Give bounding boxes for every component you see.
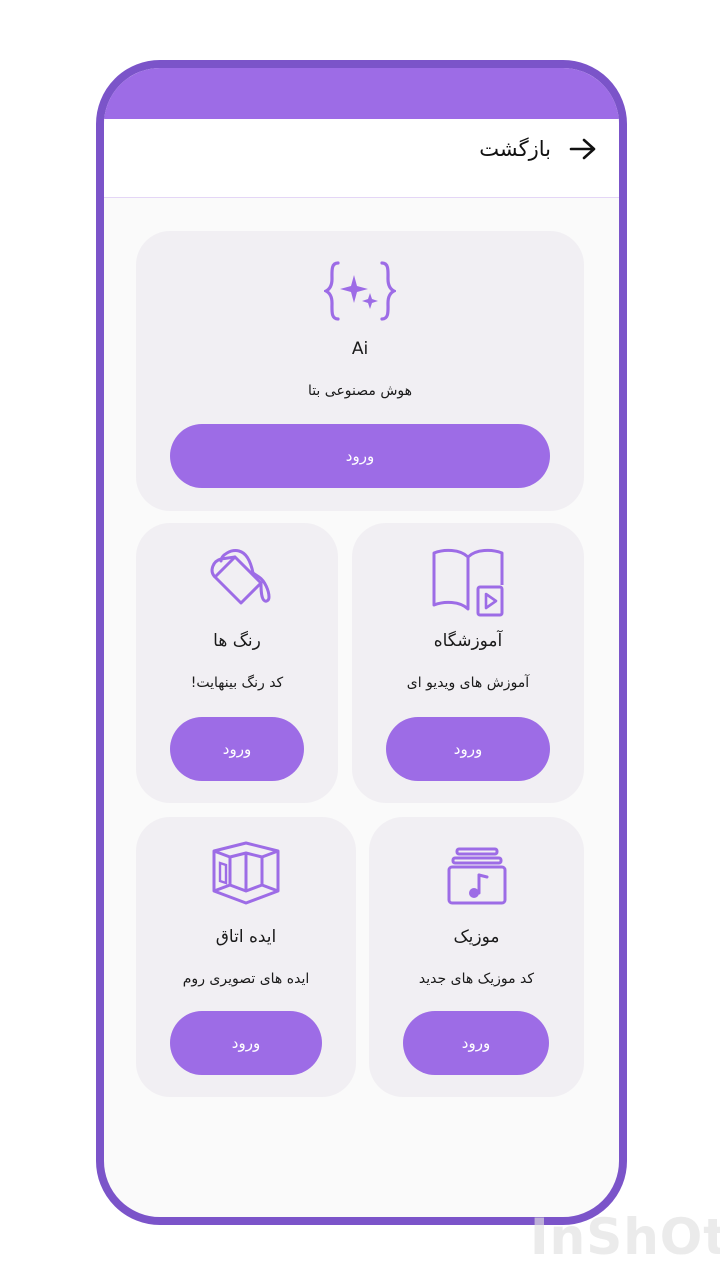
colors-enter-button[interactable]: ورود (170, 717, 304, 781)
card-music: موزیک کد موزیک های جدید ورود (369, 817, 584, 1097)
card-description: کد رنگ بینهایت! (190, 675, 284, 691)
card-title: رنگ ها (213, 631, 261, 651)
academy-enter-button[interactable]: ورود (386, 717, 550, 781)
music-library-icon (447, 847, 506, 905)
card-ai: Ai هوش مصنوعی بتا ورود (136, 231, 584, 511)
card-title: آموزشگاه (433, 631, 503, 651)
card-title: Ai (351, 339, 369, 359)
card-description: ایده های تصویری روم (182, 971, 310, 987)
card-colors: رنگ ها کد رنگ بینهایت! ورود (136, 523, 338, 803)
book-video-icon (432, 548, 504, 617)
card-description: هوش مصنوعی بتا (307, 383, 413, 399)
back-button[interactable]: بازگشت (479, 137, 597, 161)
paint-bucket-icon (210, 549, 271, 605)
room-enter-button[interactable]: ورود (170, 1011, 322, 1075)
music-enter-button[interactable]: ورود (403, 1011, 549, 1075)
card-description: آموزش های ویدیو ای (406, 675, 530, 691)
arrow-right-icon (569, 138, 596, 160)
card-academy: آموزشگاه آموزش های ویدیو ای ورود (352, 523, 584, 803)
card-title: ایده اتاق (215, 927, 277, 947)
ai-code-sparkle-icon (324, 261, 396, 321)
card-description: کد موزیک های جدید (418, 971, 535, 987)
phone-frame: بازگشت Ai هوش مصنوعی بتا ورود رنگ ها کد … (96, 60, 627, 1225)
inshot-watermark: InShOt (530, 1208, 720, 1266)
back-label: بازگشت (479, 137, 551, 161)
card-title: موزیک (453, 927, 500, 947)
status-bar (104, 68, 619, 119)
room-3d-icon (212, 841, 280, 905)
card-room: ایده اتاق ایده های تصویری روم ورود (136, 817, 356, 1097)
ai-enter-button[interactable]: ورود (170, 424, 550, 488)
app-header: بازگشت (104, 119, 619, 198)
